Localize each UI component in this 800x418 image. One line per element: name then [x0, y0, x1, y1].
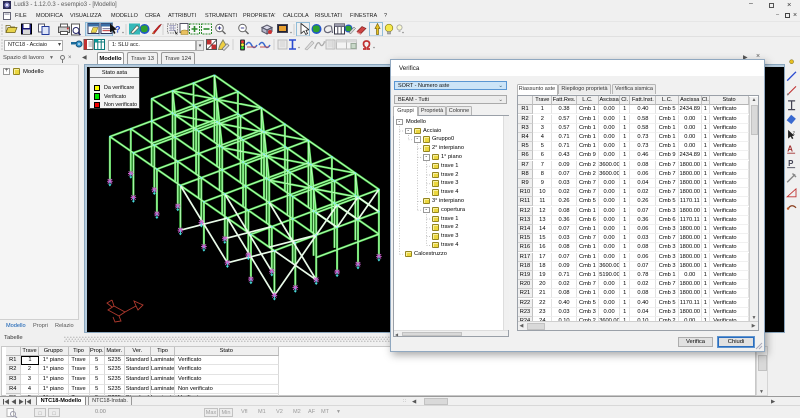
svg-text:z: z	[792, 130, 795, 136]
svg-text:?: ?	[115, 25, 121, 35]
svg-text:P: P	[788, 159, 793, 168]
svg-text:A: A	[787, 144, 793, 153]
